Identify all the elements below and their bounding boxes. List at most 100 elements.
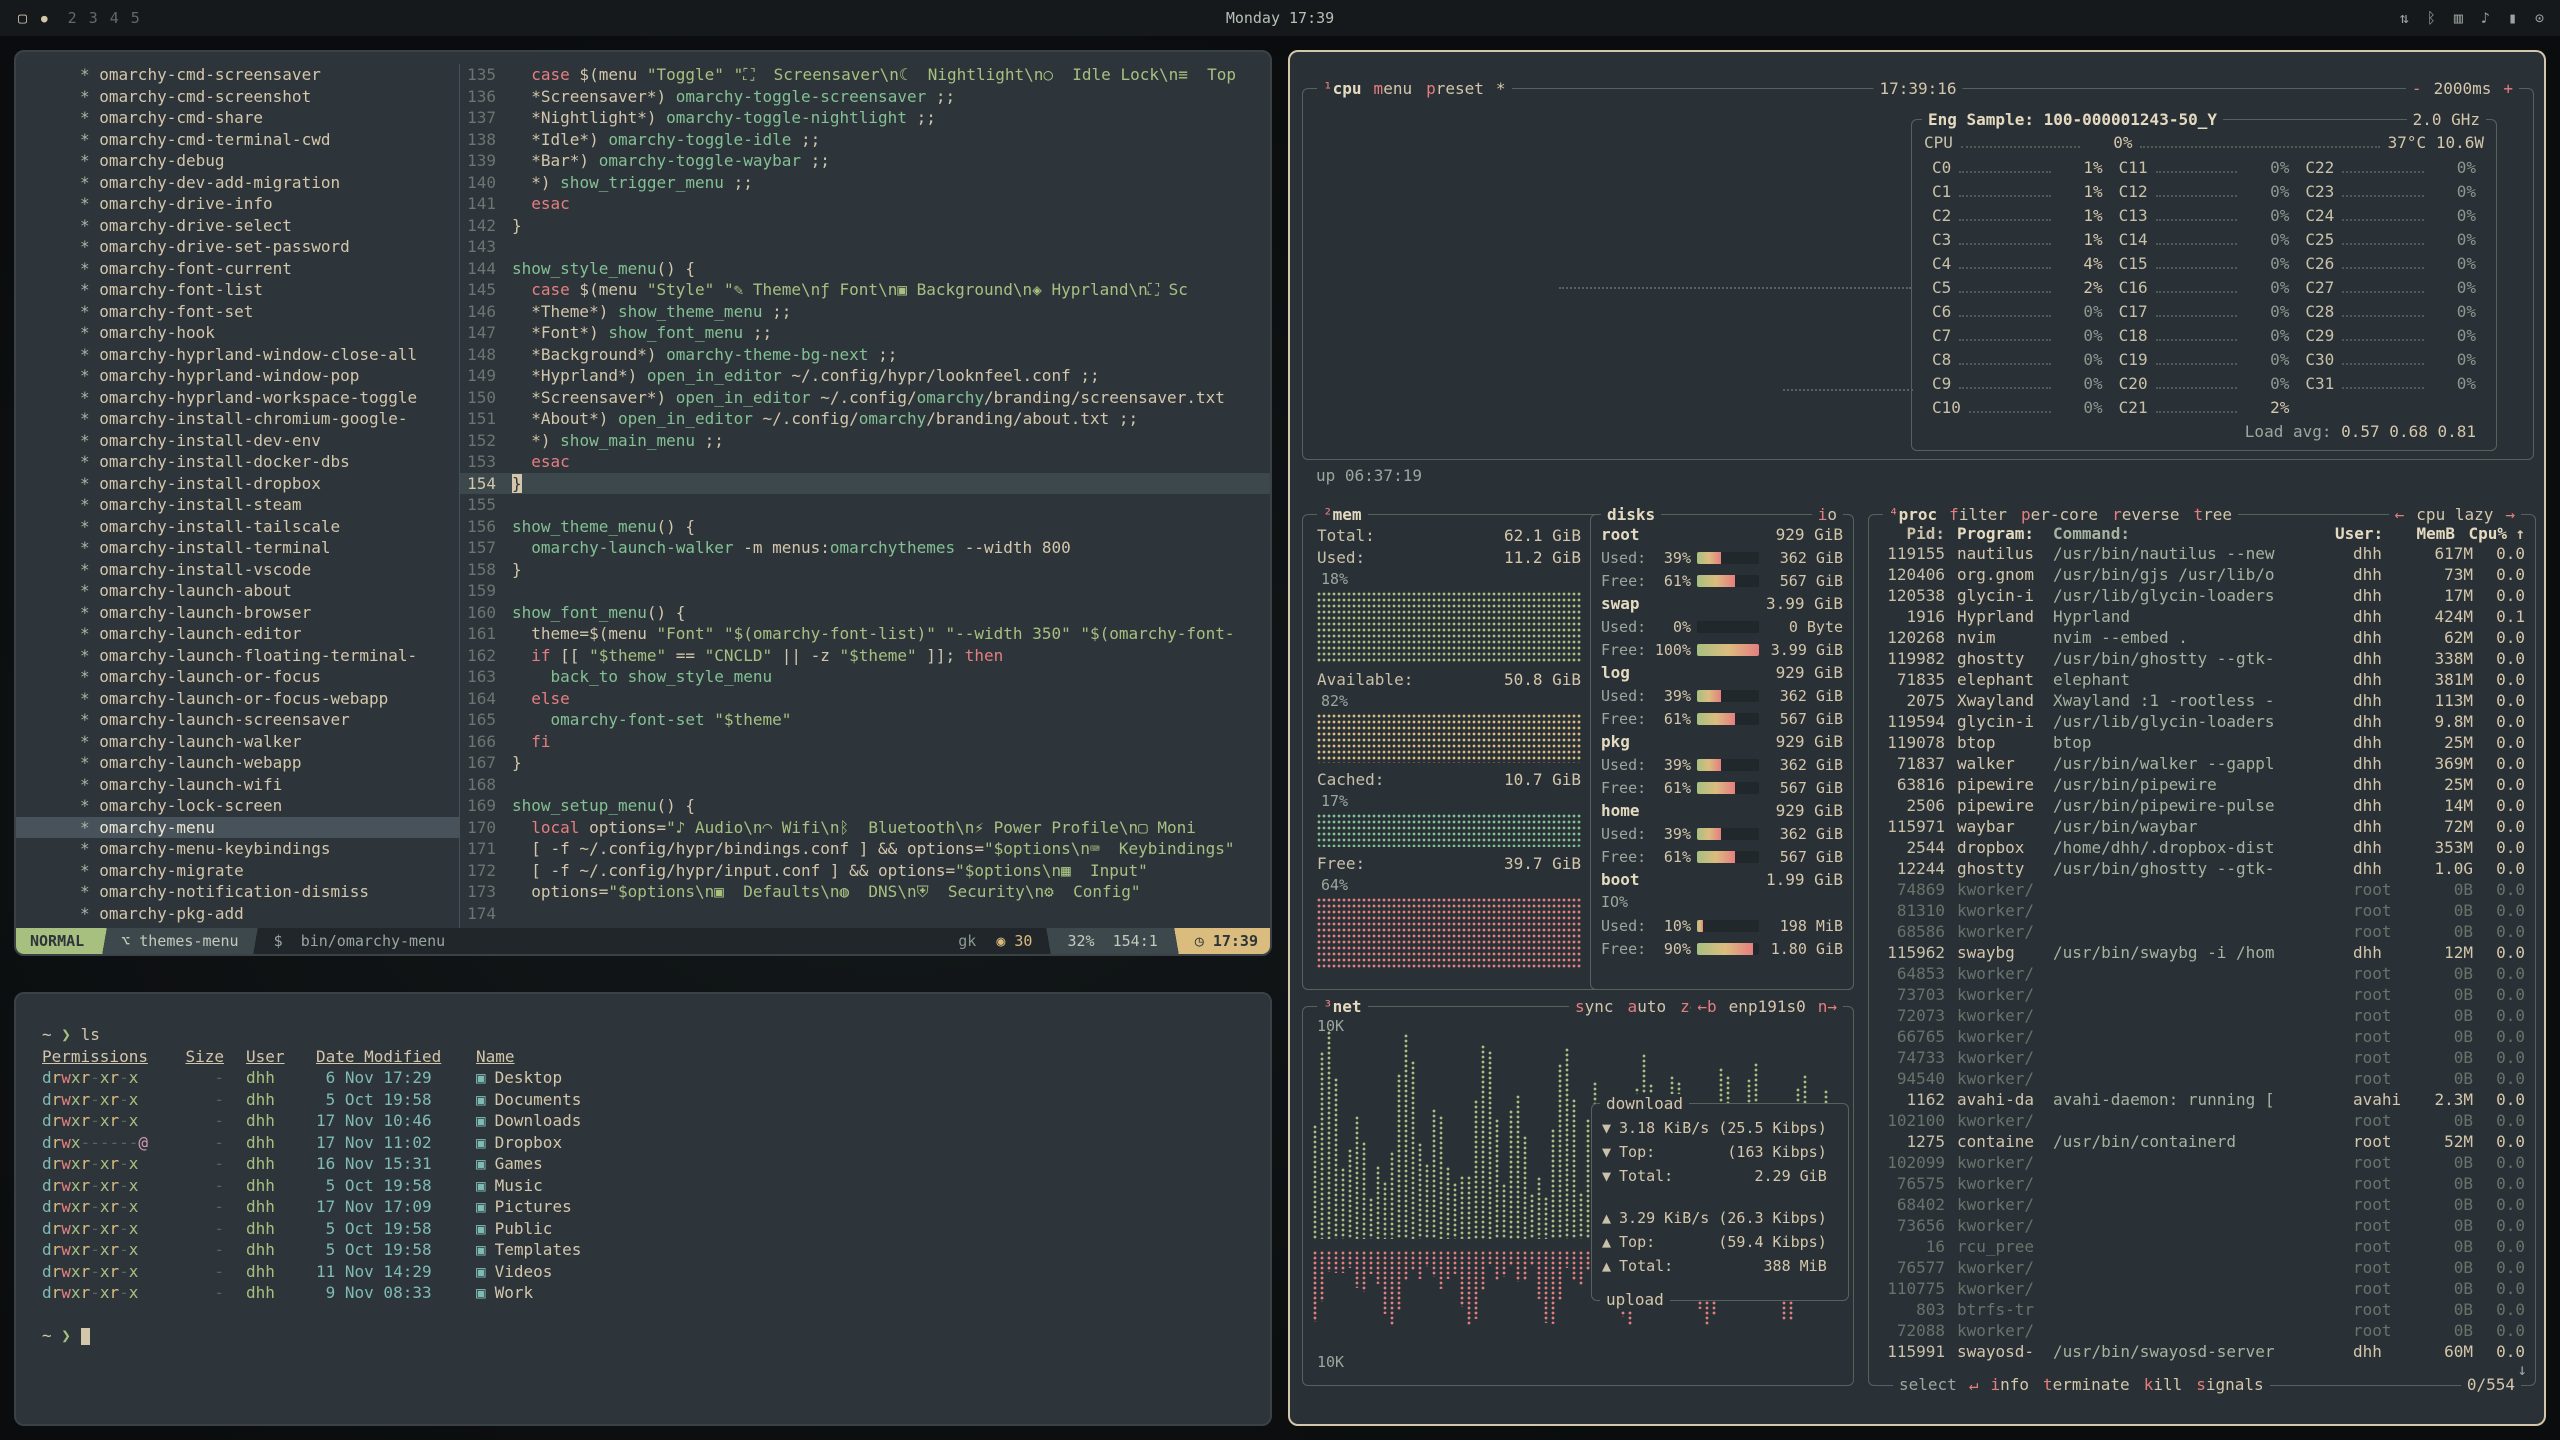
process-row[interactable]: 16rcu_preeroot0B0.0: [1869, 1236, 2535, 1257]
code-line[interactable]: 160show_font_menu() {: [460, 602, 1270, 624]
file-item[interactable]: * omarchy-pkg-add: [16, 903, 459, 925]
sort-next-button[interactable]: →: [2505, 505, 2515, 525]
proc-box-title[interactable]: ⁴proc: [1889, 505, 1937, 525]
file-item[interactable]: * omarchy-debug: [16, 150, 459, 172]
sort-column[interactable]: cpu lazy: [2416, 505, 2493, 525]
interval-increase-button[interactable]: +: [2503, 79, 2513, 99]
net-button-sync[interactable]: sync: [1575, 997, 1614, 1017]
file-item[interactable]: * omarchy-launch-browser: [16, 602, 459, 624]
battery-icon[interactable]: ▮: [2508, 9, 2517, 27]
power-icon[interactable]: ⊙: [2535, 9, 2544, 27]
process-row[interactable]: 803btrfs-trroot0B0.0: [1869, 1299, 2535, 1320]
process-row[interactable]: 1916HyprlandHyprlanddhh424M0.1: [1869, 606, 2535, 627]
workspace-5[interactable]: 5: [131, 9, 140, 27]
file-item[interactable]: * omarchy-dev-add-migration: [16, 172, 459, 194]
file-item[interactable]: * omarchy-drive-select: [16, 215, 459, 237]
file-item[interactable]: * omarchy-launch-or-focus: [16, 666, 459, 688]
file-item[interactable]: * omarchy-install-chromium-google-: [16, 408, 459, 430]
process-row[interactable]: 76577kworker/root0B0.0: [1869, 1257, 2535, 1278]
proc-footer-signals[interactable]: signals: [2196, 1375, 2263, 1395]
code-line[interactable]: 172 [ -f ~/.config/hypr/input.conf ] && …: [460, 860, 1270, 882]
code-line[interactable]: 141 esac: [460, 193, 1270, 215]
process-row[interactable]: 119155nautilus/usr/bin/nautilus --newdhh…: [1869, 543, 2535, 564]
code-line[interactable]: 169show_setup_menu() {: [460, 795, 1270, 817]
workspace-app-icon[interactable]: ▢: [18, 9, 27, 27]
code-line[interactable]: 157 omarchy-launch-walker -m menus:omarc…: [460, 537, 1270, 559]
code-line[interactable]: 140 *) show_trigger_menu ;;: [460, 172, 1270, 194]
file-item[interactable]: * omarchy-launch-floating-terminal-: [16, 645, 459, 667]
code-line[interactable]: 159: [460, 580, 1270, 602]
process-row[interactable]: 2506pipewire/usr/bin/pipewire-pulsedhh14…: [1869, 795, 2535, 816]
code-line[interactable]: 137 *Nightlight*) omarchy-toggle-nightli…: [460, 107, 1270, 129]
file-item[interactable]: * omarchy-migrate: [16, 860, 459, 882]
code-line[interactable]: 136 *Screensaver*) omarchy-toggle-screen…: [460, 86, 1270, 108]
file-item[interactable]: * omarchy-install-vscode: [16, 559, 459, 581]
cpu-button-menu[interactable]: menu: [1374, 79, 1413, 99]
code-line[interactable]: 164 else: [460, 688, 1270, 710]
workspace-2[interactable]: 2: [68, 9, 77, 27]
file-item[interactable]: * omarchy-cmd-screensaver: [16, 64, 459, 86]
file-item[interactable]: * omarchy-drive-set-password: [16, 236, 459, 258]
code-line[interactable]: 173 options="$options\n▣ Defaults\n◍ DNS…: [460, 881, 1270, 903]
workspace-3[interactable]: 3: [89, 9, 98, 27]
code-line[interactable]: 148 *Background*) omarchy-theme-bg-next …: [460, 344, 1270, 366]
code-line[interactable]: 170 local options="♪ Audio\n◠ Wifi\nᛒ Bl…: [460, 817, 1270, 839]
proc-button-reverse[interactable]: reverse: [2112, 505, 2179, 525]
proc-button-per-core[interactable]: per-core: [2021, 505, 2098, 525]
iface-prev-button[interactable]: ←b: [1697, 997, 1716, 1017]
code-line[interactable]: 147 *Font*) show_font_menu ;;: [460, 322, 1270, 344]
file-item[interactable]: * omarchy-hyprland-window-pop: [16, 365, 459, 387]
bluetooth-icon[interactable]: ᛒ: [2427, 9, 2436, 27]
file-item[interactable]: * omarchy-font-set: [16, 301, 459, 323]
workspace-active-indicator[interactable]: ●: [41, 12, 48, 25]
file-item[interactable]: * omarchy-install-docker-dbs: [16, 451, 459, 473]
net-box-title[interactable]: ³net: [1323, 997, 1362, 1017]
code-line[interactable]: 153 esac: [460, 451, 1270, 473]
code-line[interactable]: 154}: [460, 473, 1270, 495]
file-item[interactable]: * omarchy-notification-dismiss: [16, 881, 459, 903]
code-line[interactable]: 163 back_to show_style_menu: [460, 666, 1270, 688]
code-line[interactable]: 150 *Screensaver*) open_in_editor ~/.con…: [460, 387, 1270, 409]
process-row[interactable]: 71835elephantelephantdhh381M0.0: [1869, 669, 2535, 690]
code-line[interactable]: 167}: [460, 752, 1270, 774]
process-row[interactable]: 74869kworker/root0B0.0: [1869, 879, 2535, 900]
code-line[interactable]: 155: [460, 494, 1270, 516]
io-mode-button[interactable]: io: [1818, 505, 1837, 525]
file-item[interactable]: * omarchy-launch-editor: [16, 623, 459, 645]
code-line[interactable]: 146 *Theme*) show_theme_menu ;;: [460, 301, 1270, 323]
code-line[interactable]: 156show_theme_menu() {: [460, 516, 1270, 538]
process-row[interactable]: 110775kworker/root0B0.0: [1869, 1278, 2535, 1299]
file-item[interactable]: * omarchy-install-terminal: [16, 537, 459, 559]
proc-footer-kill[interactable]: kill: [2144, 1375, 2183, 1395]
volume-icon[interactable]: ♪: [2481, 9, 2490, 27]
network-arrows-icon[interactable]: ⇅: [2400, 9, 2409, 27]
process-row[interactable]: 64853kworker/root0B0.0: [1869, 963, 2535, 984]
code-line[interactable]: 151 *About*) open_in_editor ~/.config/om…: [460, 408, 1270, 430]
file-item[interactable]: * omarchy-hyprland-workspace-toggle: [16, 387, 459, 409]
process-row[interactable]: 66765kworker/root0B0.0: [1869, 1026, 2535, 1047]
code-line[interactable]: 165 omarchy-font-set "$theme": [460, 709, 1270, 731]
process-row[interactable]: 73656kworker/root0B0.0: [1869, 1215, 2535, 1236]
sort-prev-button[interactable]: ←: [2395, 505, 2405, 525]
file-item[interactable]: * omarchy-launch-screensaver: [16, 709, 459, 731]
code-line[interactable]: 138 *Idle*) omarchy-toggle-idle ;;: [460, 129, 1270, 151]
process-row[interactable]: 119982ghostty/usr/bin/ghostty --gtk-dhh3…: [1869, 648, 2535, 669]
file-item[interactable]: * omarchy-hook: [16, 322, 459, 344]
process-row[interactable]: 81310kworker/root0B0.0: [1869, 900, 2535, 921]
process-row[interactable]: 115962swaybg/usr/bin/swaybg -i /homdhh12…: [1869, 942, 2535, 963]
code-line[interactable]: 166 fi: [460, 731, 1270, 753]
code-line[interactable]: 168: [460, 774, 1270, 796]
process-row[interactable]: 1162avahi-daavahi-daemon: running [avahi…: [1869, 1089, 2535, 1110]
net-button-auto[interactable]: auto: [1628, 997, 1667, 1017]
process-row[interactable]: 120406org.gnom/usr/bin/gjs /usr/lib/odhh…: [1869, 564, 2535, 585]
code-pane[interactable]: 135 case $(menu "Toggle" "⛶ Screensaver\…: [460, 64, 1270, 928]
prompt-line-2[interactable]: ~ ❯: [42, 1325, 1244, 1347]
process-row[interactable]: 120268nvimnvim --embed .dhh62M0.0: [1869, 627, 2535, 648]
file-item[interactable]: * omarchy-launch-or-focus-webapp: [16, 688, 459, 710]
code-line[interactable]: 161 theme=$(menu "Font" "$(omarchy-font-…: [460, 623, 1270, 645]
file-item[interactable]: * omarchy-cmd-screenshot: [16, 86, 459, 108]
code-line[interactable]: 158}: [460, 559, 1270, 581]
process-row[interactable]: 115971waybar/usr/bin/waybardhh72M0.0: [1869, 816, 2535, 837]
code-line[interactable]: 162 if [[ "$theme" == "CNCLD" || -z "$th…: [460, 645, 1270, 667]
process-row[interactable]: 72073kworker/root0B0.0: [1869, 1005, 2535, 1026]
